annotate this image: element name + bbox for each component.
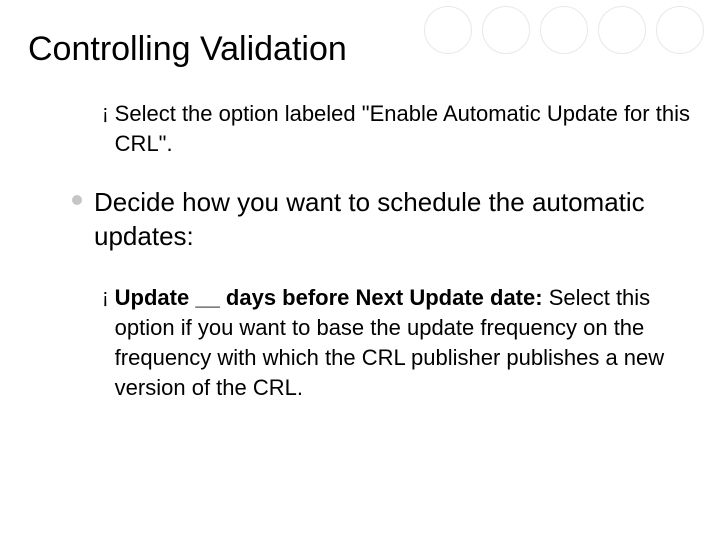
hollow-bullet-icon: ¡ — [102, 99, 109, 127]
hollow-bullet-icon: ¡ — [102, 283, 109, 311]
sub-bullet-1-rest: the option labeled "Enable Automatic Upd… — [115, 101, 690, 156]
sub-bullet-2-text: Update __ days before Next Update date: … — [115, 283, 692, 403]
sub-bullet-1-text: Select the option labeled "Enable Automa… — [115, 99, 692, 159]
bullet-1-rest: how you want to schedule the automatic u… — [94, 187, 645, 251]
bullet-1-text: Decide how you want to schedule the auto… — [94, 185, 692, 253]
deco-circle — [482, 6, 530, 54]
sub-bullet-1-lead: Select — [115, 101, 176, 126]
disc-bullet-icon — [72, 195, 82, 205]
deco-circle — [540, 6, 588, 54]
deco-circle — [598, 6, 646, 54]
deco-circle — [656, 6, 704, 54]
sub-bullet-2-bold: Update __ days before Next Update date: — [115, 285, 543, 310]
bullet-1-lead: Decide — [94, 187, 175, 217]
sub-bullet-2: ¡ Update __ days before Next Update date… — [102, 283, 692, 403]
decorative-circles — [424, 6, 704, 54]
deco-circle — [424, 6, 472, 54]
bullet-1: Decide how you want to schedule the auto… — [72, 185, 692, 253]
sub-bullet-1: ¡ Select the option labeled "Enable Auto… — [102, 99, 692, 159]
slide-body: Controlling Validation ¡ Select the opti… — [0, 0, 720, 403]
